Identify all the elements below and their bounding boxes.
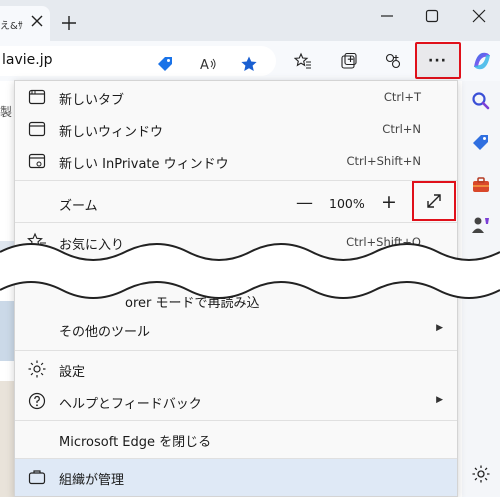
menu-divider [15, 420, 457, 421]
menu-item-zoom: ズーム — 100% + [15, 181, 457, 221]
star-icon[interactable] [240, 55, 258, 73]
browser-tab[interactable]: え&ｻ [0, 6, 50, 41]
favorites-icon [27, 232, 46, 250]
menu-item-inprivate[interactable]: 新しい InPrivate ウィンドウ Ctrl+Shift+N [15, 145, 457, 177]
page-image [0, 381, 14, 497]
menu-item-label: 組織が管理 [59, 473, 125, 488]
menu-item-label: Microsoft Edge を閉じる [59, 435, 212, 450]
office-icon[interactable] [471, 257, 491, 277]
menu-item-label: ヘルプとフィードバック [59, 397, 202, 412]
menu-divider [15, 350, 457, 351]
menu-item-label: 設定 [59, 365, 86, 380]
menu-item-label: 新しい InPrivate ウィンドウ [59, 157, 229, 172]
page-text: 製 [0, 105, 13, 119]
menu-item-close-edge[interactable]: Microsoft Edge を閉じる [15, 423, 457, 455]
menu-item-new-window[interactable]: 新しいウィンドウ Ctrl+N [15, 113, 457, 145]
zoom-level: 100% [329, 196, 365, 211]
search-icon[interactable] [471, 91, 491, 111]
copilot-icon[interactable] [470, 49, 494, 73]
more-icon: ··· [428, 53, 447, 69]
settings-icon [28, 360, 46, 378]
settings-icon[interactable] [471, 464, 491, 484]
zoom-out-button[interactable]: — [296, 193, 313, 213]
menu-divider [15, 180, 457, 181]
briefcase-icon [28, 470, 46, 485]
menu-item-shortcut: Ctrl+T [383, 90, 421, 104]
menu-divider [15, 222, 457, 223]
new-window-icon [28, 121, 46, 137]
shopping-tag-icon[interactable] [471, 133, 491, 153]
menu-item-label: 履歴 [59, 270, 86, 285]
menu-item-shortcut: Ctrl+Shift+N [346, 154, 421, 168]
tab-title: え&ｻ [0, 21, 23, 32]
zoom-label: ズーム [59, 199, 98, 214]
menu-item-managed[interactable]: 組織が管理 [15, 459, 457, 496]
minimize-icon[interactable] [379, 8, 395, 24]
menu-item-favorites[interactable]: お気に入り Ctrl+Shift+O [15, 226, 457, 258]
extensions-icon[interactable] [384, 52, 402, 70]
sidebar [462, 81, 500, 497]
url-text[interactable]: lavie.jp [2, 52, 52, 68]
title-bar: え&ｻ [0, 0, 500, 41]
settings-menu: 新しいタブ Ctrl+T 新しいウィンドウ Ctrl+N 新しい InPriva… [14, 80, 458, 497]
favorites-icon[interactable] [294, 52, 312, 70]
games-icon[interactable] [471, 215, 491, 235]
tag-icon[interactable] [156, 55, 174, 73]
help-icon [28, 392, 46, 410]
menu-item-settings[interactable]: 設定 [15, 353, 457, 385]
menu-item-label: お気に入り [59, 238, 125, 253]
menu-item-ie-mode[interactable]: orer モードで再読み込 [15, 284, 457, 316]
menu-item-new-tab[interactable]: 新しいタブ Ctrl+T [15, 81, 457, 113]
maximize-icon[interactable] [424, 8, 440, 24]
new-tab-icon [28, 89, 46, 105]
plus-icon[interactable] [61, 15, 77, 31]
close-icon[interactable] [30, 14, 44, 28]
menu-item-shortcut: Ctrl+Shift+O [346, 235, 421, 249]
read-aloud-icon[interactable]: A [199, 55, 217, 73]
fullscreen-button[interactable] [412, 181, 456, 221]
chevron-right-icon: ▶ [436, 323, 443, 333]
menu-item-shortcut: Ctrl+N [382, 122, 421, 136]
window-close-icon[interactable] [471, 8, 487, 24]
chevron-right-icon: ▶ [436, 395, 443, 405]
page-image [0, 241, 14, 271]
more-button[interactable]: ··· [415, 42, 461, 79]
menu-item-help[interactable]: ヘルプとフィードバック ▶ [15, 385, 457, 417]
zoom-in-button[interactable]: + [381, 191, 397, 213]
collections-icon[interactable] [340, 52, 358, 70]
menu-item-label: orer モードで再読み込 [125, 296, 260, 311]
inprivate-icon [28, 153, 46, 169]
address-bar[interactable]: lavie.jp A [0, 46, 276, 76]
page-image [0, 301, 14, 361]
menu-item-label: その他のツール [59, 325, 151, 340]
svg-text:A: A [200, 58, 209, 73]
toolbox-icon[interactable] [471, 175, 491, 195]
menu-item-label: 新しいタブ [59, 93, 125, 108]
history-icon [29, 266, 45, 282]
menu-item-label: 新しいウィンドウ [59, 125, 164, 140]
fullscreen-icon [427, 194, 441, 208]
menu-item-more-tools[interactable]: その他のツール ▶ [15, 313, 457, 345]
